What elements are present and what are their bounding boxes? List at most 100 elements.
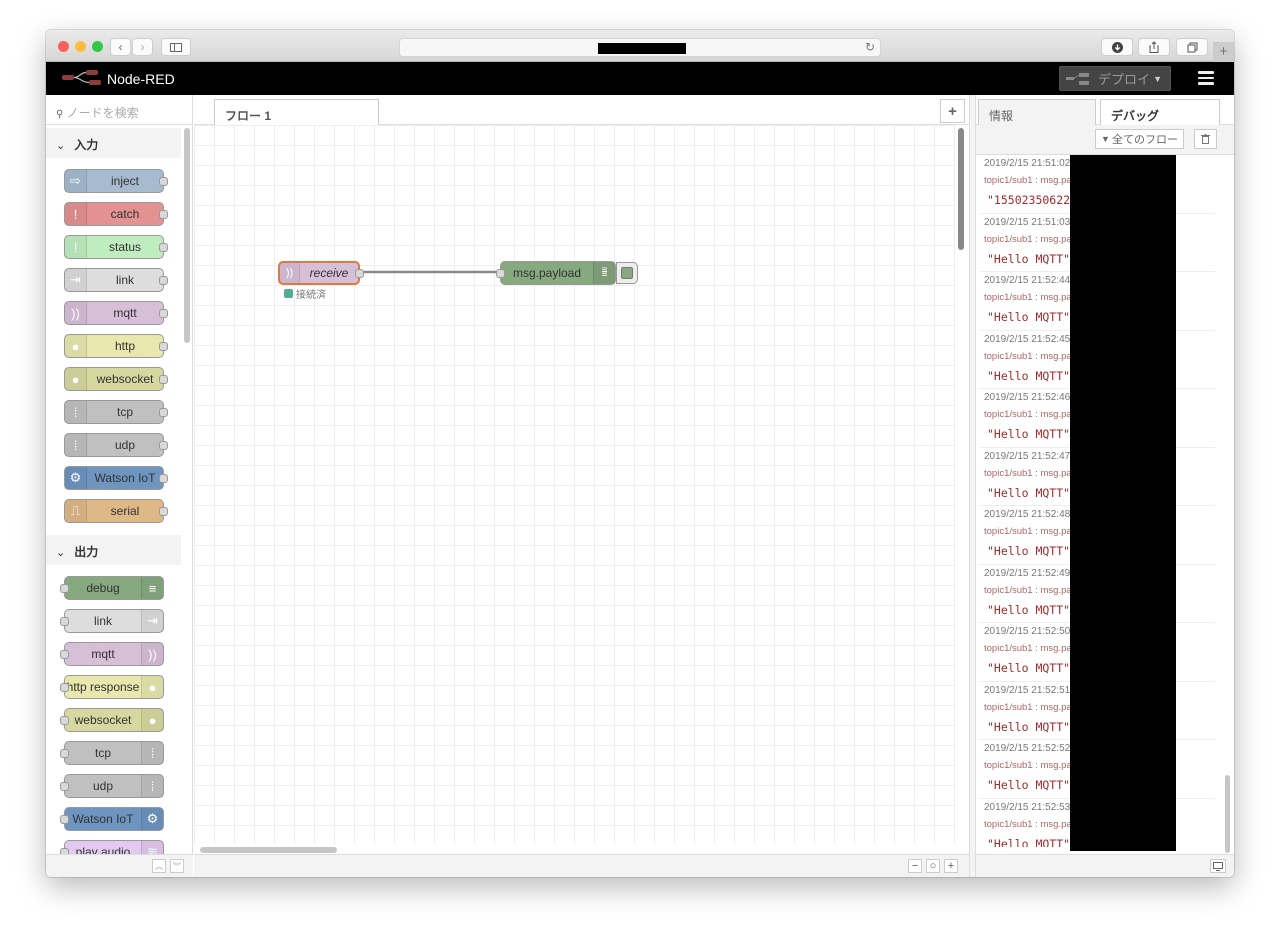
- popout-button[interactable]: [1210, 859, 1226, 873]
- input-port: [60, 650, 69, 659]
- new-tab-button[interactable]: +: [1213, 42, 1234, 62]
- tab-info[interactable]: 情報: [978, 99, 1096, 126]
- websocket-icon: ●: [141, 709, 163, 731]
- palette-node-link[interactable]: ⇥ link: [64, 268, 168, 292]
- clear-log-button[interactable]: [1194, 129, 1217, 149]
- deploy-button[interactable]: デプロイ ▼: [1059, 66, 1171, 91]
- watson-iot-icon: ⚙: [65, 467, 87, 489]
- sidebar-toggle-button[interactable]: [161, 38, 191, 56]
- maximize-window-button[interactable]: [92, 41, 103, 52]
- search-icon: ⚲: [56, 109, 64, 120]
- status-icon: !: [65, 236, 87, 258]
- mqtt-icon: )): [141, 643, 163, 665]
- mqtt-icon: )): [280, 263, 300, 283]
- app-title: Node-RED: [107, 71, 175, 87]
- tab-flow-1[interactable]: フロー 1: [214, 99, 379, 126]
- flow-node-receive[interactable]: )) receive: [278, 261, 364, 285]
- palette-node-inject[interactable]: ⇨ inject: [64, 169, 168, 193]
- palette-node-label: Watson IoT: [94, 471, 156, 485]
- main-menu-button[interactable]: [1198, 71, 1214, 85]
- input-port[interactable]: [496, 269, 505, 278]
- node-red-logo-icon: [62, 70, 101, 85]
- palette-node-tcp[interactable]: tcp ⁞: [60, 741, 164, 765]
- palette-node-mqtt[interactable]: mqtt)): [60, 642, 164, 666]
- flow-canvas[interactable]: )) receive 接続済 msg.payload ≡ ≡: [194, 125, 955, 844]
- palette-node-websocket[interactable]: ● websocket: [64, 367, 168, 391]
- close-window-button[interactable]: [58, 41, 69, 52]
- palette-node-label: status: [108, 240, 141, 254]
- palette-node-mqtt[interactable]: )) mqtt: [64, 301, 168, 325]
- canvas-horizontal-scrollbar[interactable]: [200, 847, 337, 853]
- output-port[interactable]: [355, 269, 364, 278]
- palette-node-serial[interactable]: ⎍ serial: [64, 499, 168, 523]
- flow-node-debug[interactable]: msg.payload ≡ ≡: [496, 261, 616, 285]
- palette-node-status[interactable]: ! status: [64, 235, 168, 259]
- palette-node-websocket[interactable]: websocket ●: [60, 708, 164, 732]
- trash-icon: [1201, 134, 1210, 144]
- minimize-window-button[interactable]: [75, 41, 86, 52]
- palette-category-header[interactable]: ⌄ 入力: [46, 128, 181, 158]
- output-port: [159, 507, 168, 516]
- palette-node-watson-iot[interactable]: ⚙ Watson IoT: [64, 466, 168, 490]
- output-port: [159, 276, 168, 285]
- http-response-icon: ●: [141, 676, 163, 698]
- collapse-all-button[interactable]: ︽: [152, 859, 166, 873]
- chevron-left-icon: ‹: [118, 40, 123, 54]
- workspace-tabs: フロー 1 +: [194, 95, 969, 126]
- link-icon: ⇥: [141, 610, 163, 632]
- udp-icon: ⁞: [65, 434, 87, 456]
- node-status-text: 接続済: [296, 290, 326, 301]
- palette-node-udp[interactable]: udp ⁞: [60, 774, 164, 798]
- filter-icon: ▼: [1101, 134, 1110, 144]
- palette-node-link[interactable]: link ⇥: [60, 609, 164, 633]
- palette-node-label: debug: [86, 581, 120, 595]
- debug-scrollbar[interactable]: [1225, 775, 1230, 853]
- palette-node-label: mqtt: [91, 647, 115, 661]
- palette-node-http-response[interactable]: http response ●: [60, 675, 164, 699]
- double-chevron-down-icon: ︾: [173, 861, 181, 871]
- palette-category-header[interactable]: ⌄ 出力: [46, 535, 181, 565]
- palette-search-input[interactable]: ⚲ ノードを検索: [46, 95, 193, 125]
- reload-icon[interactable]: ↻: [865, 40, 875, 54]
- share-button[interactable]: [1138, 38, 1170, 56]
- downloads-button[interactable]: [1101, 38, 1133, 56]
- input-port: [60, 617, 69, 626]
- back-button[interactable]: ‹: [110, 38, 131, 56]
- palette-node-udp[interactable]: ⁞ udp: [64, 433, 168, 457]
- expand-all-button[interactable]: ︾: [170, 859, 184, 873]
- palette-node-label: catch: [110, 207, 140, 221]
- debug-toggle-button[interactable]: [616, 262, 638, 284]
- palette-node-watson-iot[interactable]: Watson IoT ⚙: [60, 807, 164, 831]
- tab-debug[interactable]: デバッグ: [1100, 99, 1220, 126]
- output-port: [159, 309, 168, 318]
- caret-down-icon[interactable]: ▼: [1153, 74, 1162, 84]
- forward-button[interactable]: ›: [132, 38, 153, 56]
- sidebar-footer: [976, 854, 1234, 877]
- toggle-icon: [621, 267, 633, 279]
- filter-flows-button[interactable]: ▼ 全てのフロー: [1095, 129, 1184, 149]
- tabs-overview-button[interactable]: [1176, 38, 1208, 56]
- zoom-reset-button[interactable]: ○: [926, 859, 940, 873]
- palette-scrollbar[interactable]: [184, 128, 190, 343]
- sidebar-tabs: 情報 デバッグ: [976, 95, 1234, 126]
- palette-node-debug[interactable]: debug ≡: [60, 576, 164, 600]
- tabs-icon: [1187, 42, 1197, 52]
- output-port: [159, 177, 168, 186]
- sidebar-resize-handle[interactable]: [969, 95, 976, 877]
- output-port: [159, 210, 168, 219]
- add-flow-button[interactable]: +: [940, 99, 965, 123]
- node-palette: ⚲ ノードを検索 ⌄ 入力 ⇨ inject! catch! status ⇥ link))…: [46, 95, 193, 877]
- palette-node-tcp[interactable]: ⁞ tcp: [64, 400, 168, 424]
- palette-node-label: http response: [66, 680, 140, 694]
- palette-node-label: Watson IoT: [72, 812, 134, 826]
- address-bar[interactable]: ↻: [399, 38, 881, 57]
- browser-toolbar: ‹ › ↻ +: [46, 30, 1234, 62]
- canvas-vertical-scrollbar[interactable]: [958, 128, 964, 250]
- palette-node-http[interactable]: ● http: [64, 334, 168, 358]
- palette-node-catch[interactable]: ! catch: [64, 202, 168, 226]
- zoom-in-button[interactable]: +: [944, 859, 958, 873]
- zoom-out-button[interactable]: −: [908, 859, 922, 873]
- palette-node-label: link: [115, 273, 134, 287]
- flow-node-label: msg.payload: [512, 266, 582, 280]
- input-port: [60, 815, 69, 824]
